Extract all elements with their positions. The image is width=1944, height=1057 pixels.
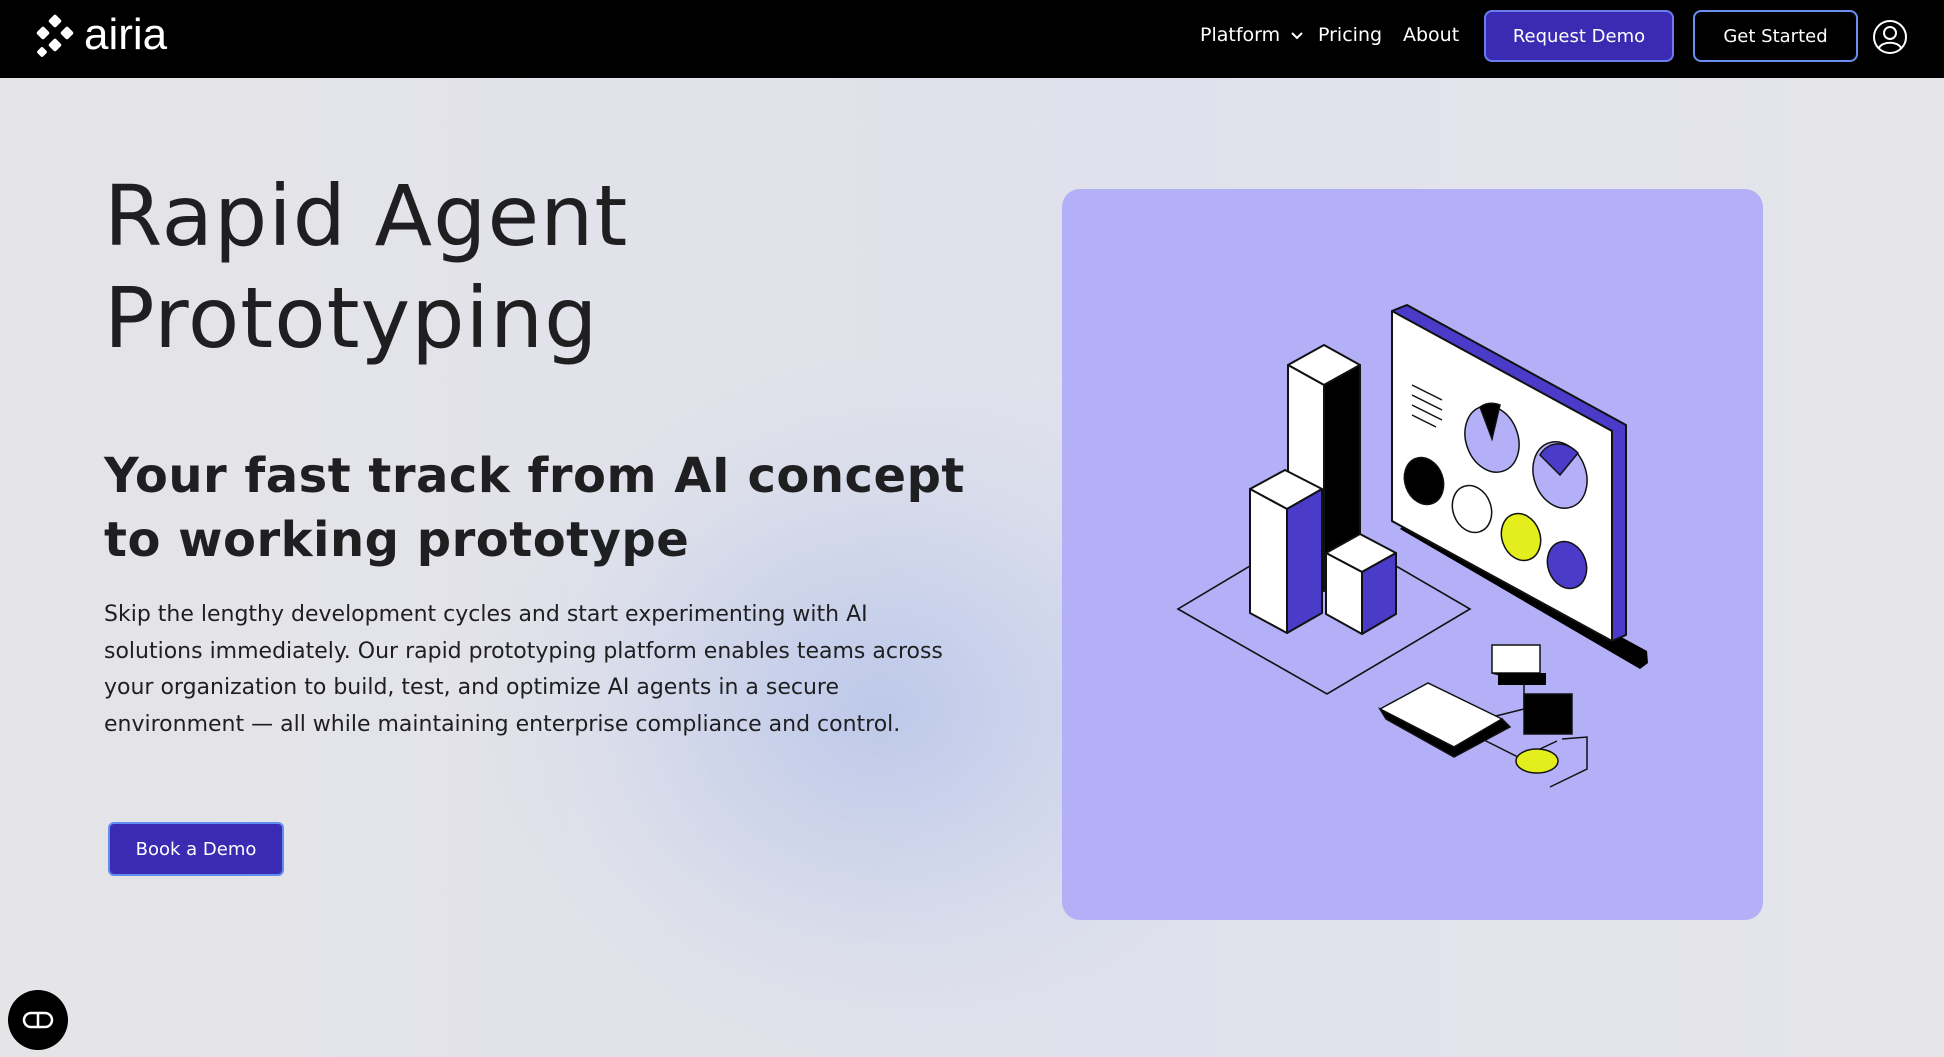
page-title: Rapid Agent Prototyping	[104, 165, 1004, 369]
nav-platform[interactable]: Platform	[1200, 24, 1304, 46]
workflow-nodes	[1378, 644, 1588, 788]
isometric-dashboard-illustration	[1176, 304, 1648, 788]
user-icon[interactable]	[1872, 19, 1908, 55]
description-line-1: Skip the lengthy development cycles and …	[104, 602, 868, 627]
nav-pricing[interactable]: Pricing	[1318, 24, 1382, 46]
short-bar	[1325, 533, 1397, 635]
title-line-2: Prototyping	[104, 269, 599, 367]
subtitle-line-2: to working prototype	[104, 512, 690, 568]
chevron-down-icon	[1291, 32, 1303, 40]
hero-description: Skip the lengthy development cycles and …	[104, 597, 964, 743]
hero-subtitle: Your fast track from AI concept to worki…	[104, 444, 1004, 572]
nav-about[interactable]: About	[1403, 24, 1459, 46]
chat-widget-button[interactable]	[8, 990, 68, 1050]
logo-text: airia	[84, 10, 168, 59]
airia-logo-icon	[36, 14, 74, 57]
hero-illustration	[1062, 189, 1763, 920]
title-line-1: Rapid Agent	[104, 167, 629, 265]
subtitle-line-1: Your fast track from AI concept	[104, 448, 965, 504]
request-demo-button[interactable]: Request Demo	[1484, 10, 1674, 62]
book-demo-button[interactable]: Book a Demo	[108, 822, 284, 876]
chat-widget-icon	[22, 1011, 54, 1029]
description-line-2: solutions immediately. Our rapid prototy…	[104, 638, 943, 664]
logo[interactable]: airia	[32, 12, 167, 62]
description-line-3: your organization to build, test, and op…	[104, 675, 840, 700]
get-started-button[interactable]: Get Started	[1693, 10, 1858, 62]
top-nav: airia Platform Pricing About Request Dem…	[0, 0, 1944, 78]
mid-bar	[1249, 469, 1323, 634]
description-line-4: environment — all while maintaining ente…	[104, 711, 901, 737]
nav-platform-label: Platform	[1200, 24, 1281, 46]
